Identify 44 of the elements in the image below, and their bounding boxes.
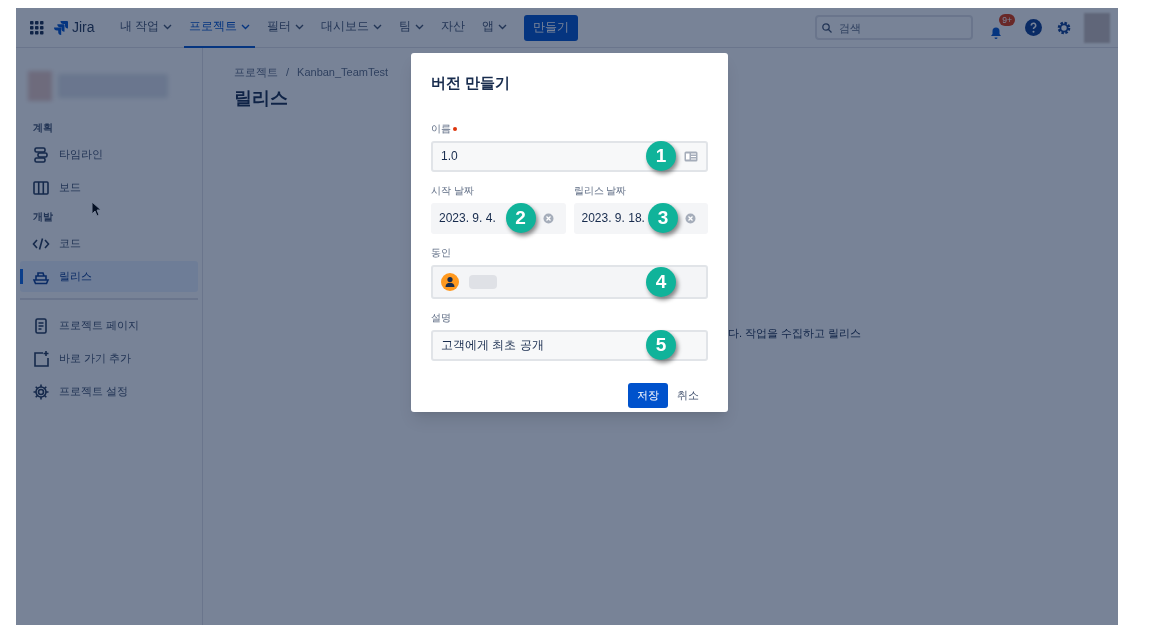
- sidebar-item[interactable]: 릴리스: [20, 261, 198, 292]
- number-badge: 3: [648, 203, 678, 234]
- breadcrumb-link[interactable]: Kanban_TeamTest: [297, 64, 389, 81]
- name-field[interactable]: 1.0 1: [431, 140, 708, 172]
- sidebar-item[interactable]: 코드: [20, 228, 198, 259]
- number-badge: 4: [646, 266, 676, 297]
- search-field[interactable]: 검색: [815, 15, 973, 41]
- notification-button[interactable]: 9+: [989, 13, 1015, 42]
- number-badge: 1: [646, 141, 676, 172]
- field-label: 릴리스 날짜: [573, 183, 627, 198]
- field-label: 이름: [431, 121, 451, 136]
- save-button[interactable]: 저장: [628, 382, 668, 408]
- field-label: 동인: [431, 245, 451, 260]
- page-title: 릴리스: [234, 86, 289, 110]
- cancel-button[interactable]: 취소: [668, 382, 708, 408]
- product-name[interactable]: Jira: [72, 17, 95, 38]
- sidebar-item[interactable]: 프로젝트 설정: [20, 376, 198, 407]
- nav-tab[interactable]: 자산: [435, 8, 470, 48]
- field-label: 설명: [431, 310, 451, 325]
- field-label: 시작 날짜: [431, 183, 474, 198]
- section-title: 계획: [33, 121, 53, 135]
- number-badge: 2: [505, 203, 536, 234]
- dialog-title: 버전 만들기: [431, 74, 512, 93]
- nav-tab[interactable]: 팀: [393, 8, 429, 48]
- nav-tab[interactable]: 앱: [476, 8, 512, 48]
- section-title: 개발: [33, 210, 53, 224]
- create-button[interactable]: 만들기: [523, 14, 578, 41]
- nav-tab[interactable]: 필터: [261, 8, 309, 48]
- date-field[interactable]: 2023. 9. 18. 3: [573, 202, 708, 234]
- notification-count: 9+: [999, 13, 1015, 26]
- sidebar-item[interactable]: 타임라인: [20, 139, 198, 170]
- empty-state-text: 다. 작업을 수집하고 릴리스: [728, 325, 863, 341]
- breadcrumb-separator: /: [286, 65, 290, 80]
- sidebar-item[interactable]: 프로젝트 페이지: [20, 310, 198, 341]
- date-field[interactable]: 2023. 9. 4. 2: [431, 202, 566, 234]
- description-field[interactable]: 고객에게 최초 공개 5: [431, 329, 708, 361]
- number-badge: 5: [646, 330, 676, 361]
- sidebar-item[interactable]: 바로 가기 추가: [20, 343, 198, 374]
- sidebar-item[interactable]: 보드: [20, 172, 198, 203]
- user-field[interactable]: 4: [431, 264, 708, 299]
- nav-tab[interactable]: 대시보드: [315, 8, 387, 48]
- breadcrumb-link[interactable]: 프로젝트: [234, 64, 278, 81]
- nav-tab[interactable]: 내 작업: [114, 8, 177, 48]
- nav-tab[interactable]: 프로젝트: [183, 8, 255, 48]
